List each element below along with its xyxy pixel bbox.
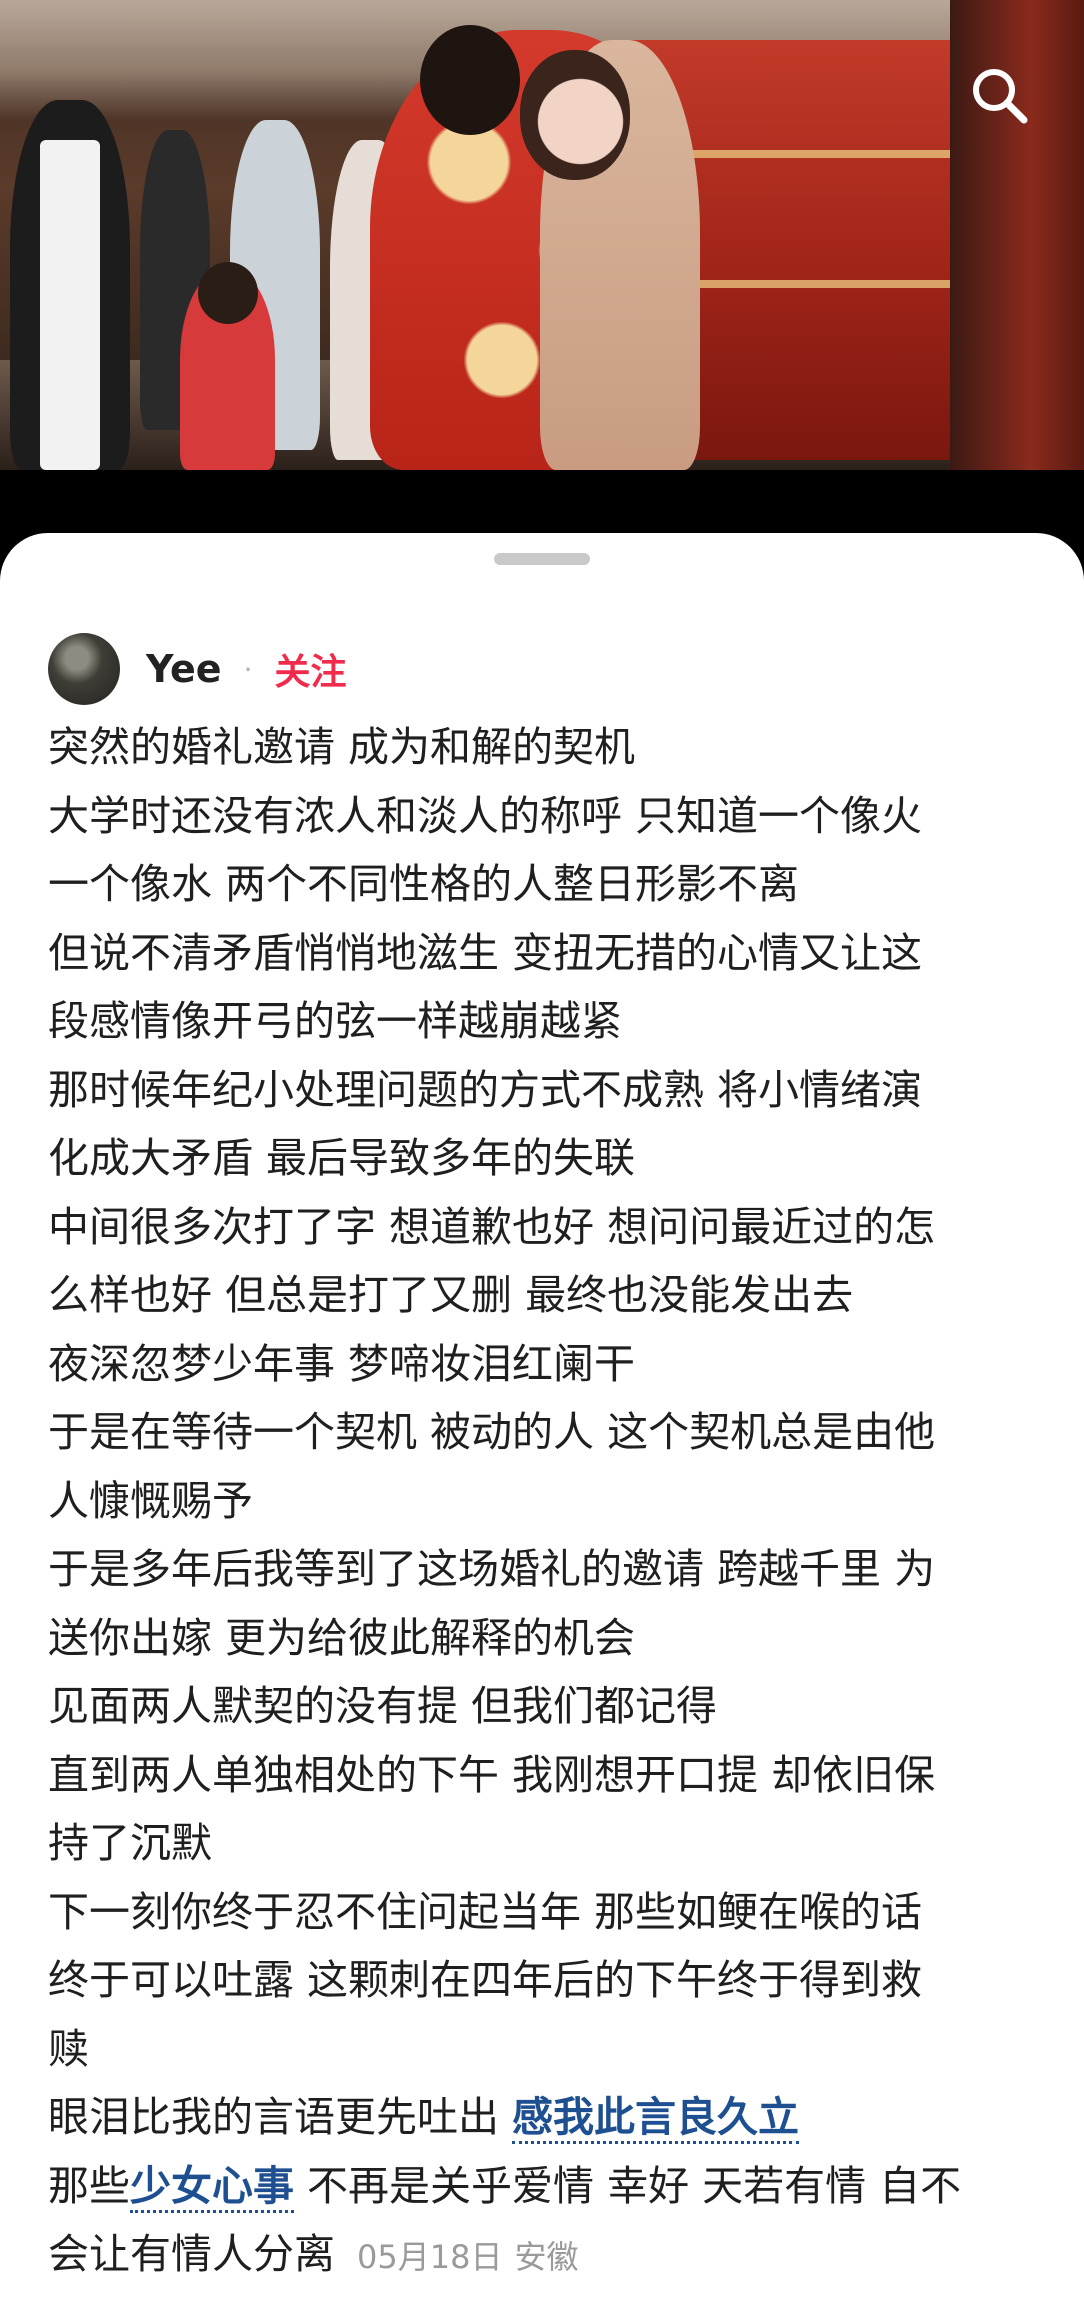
follow-button[interactable]: 关注 xyxy=(274,643,346,695)
drag-handle[interactable] xyxy=(494,553,590,565)
post-line: 化成大矛盾 最后导致多年的失联 xyxy=(48,1134,636,1182)
post-line: 终于可以吐露 这颗刺在四年后的下午终于得到救 xyxy=(48,1956,923,2004)
post-line: 于是在等待一个契机 被动的人 这个契机总是由他 xyxy=(48,1408,936,1456)
post-line: 会让有情人分离 05月18日 安徽 xyxy=(48,2220,1048,2292)
post-line: 那时候年纪小处理问题的方式不成熟 将小情绪演 xyxy=(48,1065,923,1114)
post-line-text: 会让有情人分离 xyxy=(48,2230,335,2278)
search-button[interactable] xyxy=(960,56,1040,136)
post-line: 大学时还没有浓人和淡人的称呼 只知道一个像火 xyxy=(48,791,923,840)
hashtag-link[interactable]: 少女心事 xyxy=(130,2161,294,2213)
search-icon xyxy=(973,69,1028,124)
post-line: 中间很多次打了字 想道歉也好 想问问最近过的怎 xyxy=(48,1202,936,1251)
post-line: 持了沉默 xyxy=(48,1819,212,1867)
post-line: 直到两人单独相处的下午 我刚想开口提 却依旧保 xyxy=(48,1750,936,1799)
post-date: 05月18日 xyxy=(357,2238,503,2276)
post-line-text: 不再是关乎爱情 幸好 天若有情 自不 xyxy=(307,2161,962,2210)
post-meta: 05月18日 安徽 xyxy=(357,2238,578,2276)
post-line: 夜深忽梦少年事 梦啼妆泪红阑干 xyxy=(48,1339,636,1388)
avatar[interactable] xyxy=(48,633,120,705)
post-detail-sheet: Yee · 关注 突然的婚礼邀请 成为和解的契机 大学时还没有浓人和淡人的称呼 … xyxy=(0,533,1084,2301)
post-line-text: 那些 xyxy=(48,2161,130,2210)
post-photo[interactable] xyxy=(0,0,1084,470)
post-line: 突然的婚礼邀请 成为和解的契机 xyxy=(48,723,636,771)
post-line: 但说不清矛盾悄悄地滋生 变扭无措的心情又让这 xyxy=(48,928,923,977)
post-line: 么样也好 但总是打了又删 最终也没能发出去 xyxy=(48,1271,854,1319)
hashtag-link[interactable]: 感我此言良久立 xyxy=(512,2093,800,2144)
author-name[interactable]: Yee xyxy=(146,647,222,691)
separator-dot: · xyxy=(243,652,253,686)
post-line: 下一刻你终于忍不住问起当年 那些如鲠在喉的话 xyxy=(48,1887,923,1936)
post-line-text: 眼泪比我的言语更先吐出 xyxy=(48,2093,499,2141)
post-line: 眼泪比我的言语更先吐出 感我此言良久立 xyxy=(48,2083,1048,2152)
post-line: 段感情像开弓的弦一样越崩越紧 xyxy=(48,997,622,1045)
post-text: 突然的婚礼邀请 成为和解的契机 大学时还没有浓人和淡人的称呼 只知道一个像火 一… xyxy=(48,713,1048,2292)
post-line: 送你出嫁 更为给彼此解释的机会 xyxy=(48,1613,636,1662)
post-line: 人慷慨赐予 xyxy=(48,1476,253,1525)
post-line: 那些少女心事 不再是关乎爱情 幸好 天若有情 自不 xyxy=(48,2152,1048,2221)
post-line: 一个像水 两个不同性格的人整日形影不离 xyxy=(48,860,800,908)
post-line: 见面两人默契的没有提 但我们都记得 xyxy=(48,1682,718,1730)
post-line: 赎 xyxy=(48,2024,89,2073)
author-row: Yee · 关注 xyxy=(48,633,347,705)
post-line: 于是多年后我等到了这场婚礼的邀请 跨越千里 为 xyxy=(48,1545,936,1593)
post-location: 安徽 xyxy=(514,2238,579,2276)
